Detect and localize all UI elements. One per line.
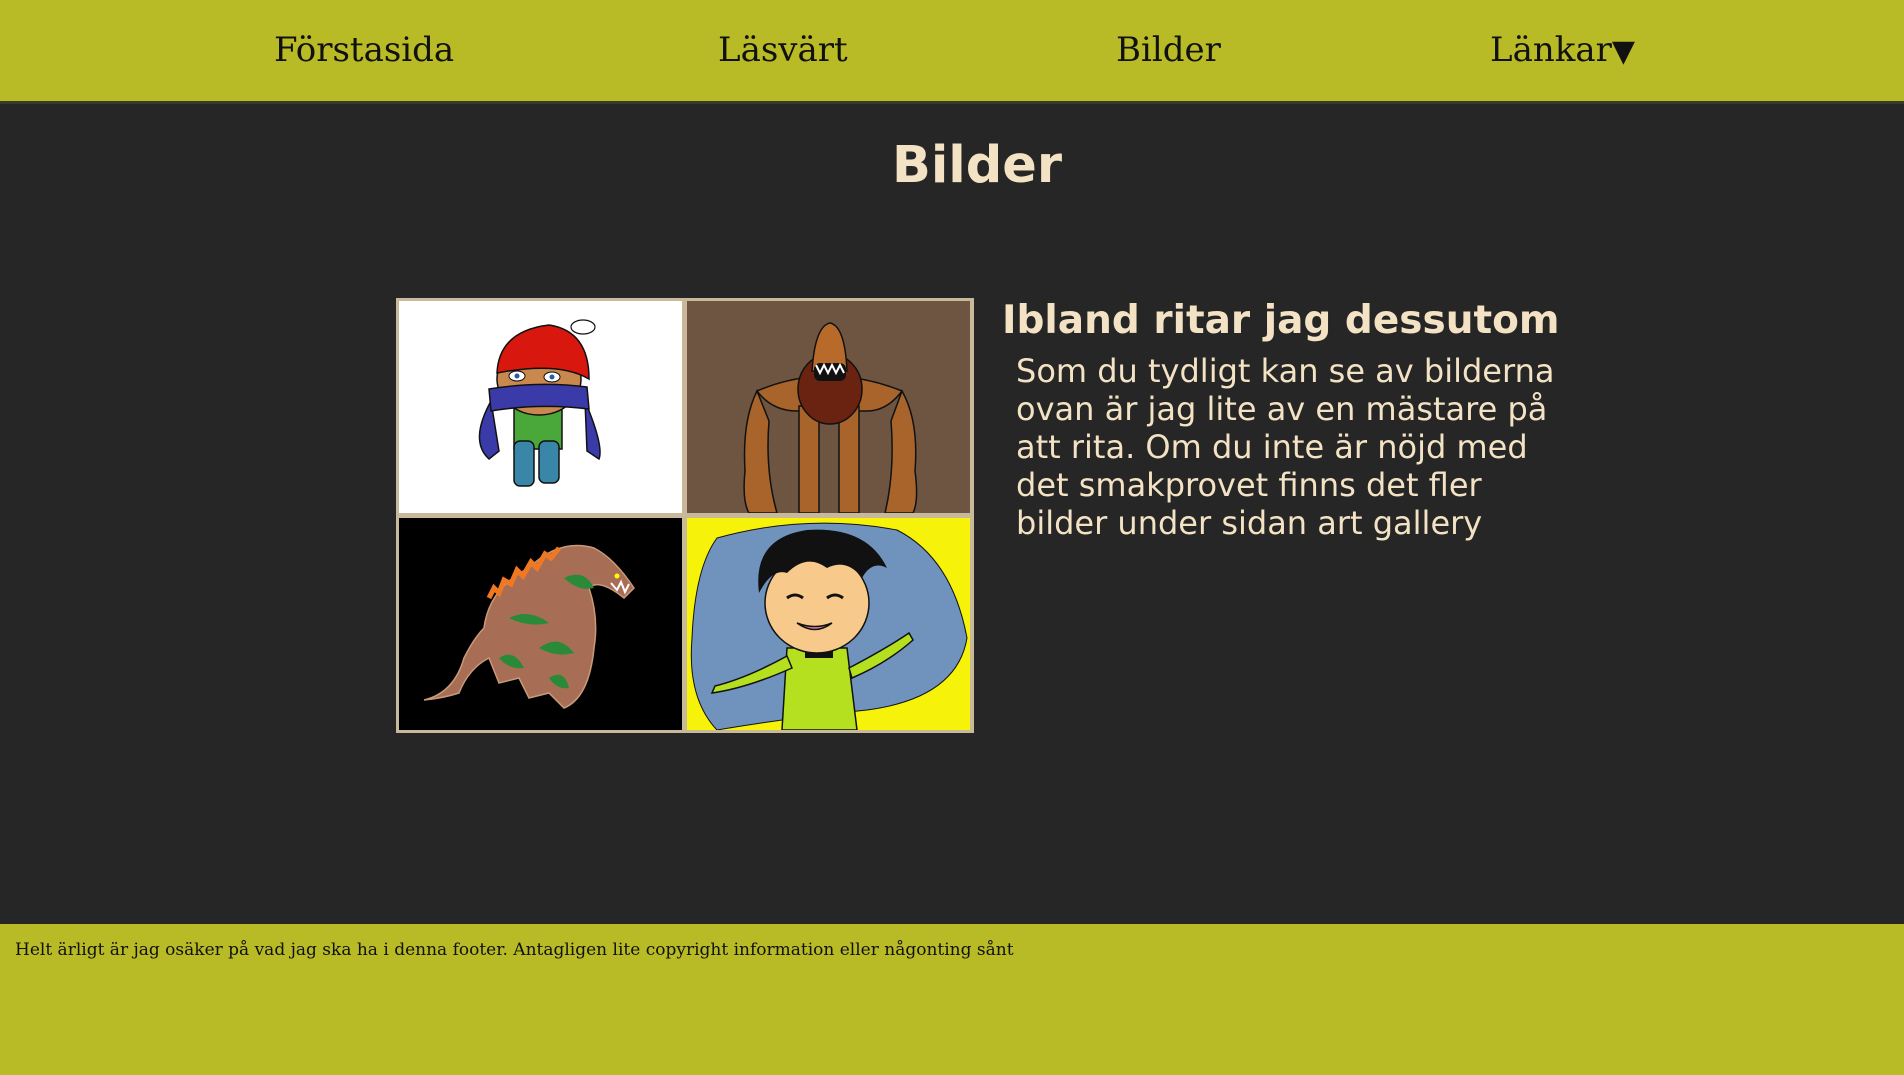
footer: Helt ärligt är jag osäker på vad jag ska…	[0, 924, 1904, 1075]
section-paragraph: Som du tydligt kan se av bilderna ovan ä…	[1016, 352, 1555, 542]
nav-link-lasvart[interactable]: Läsvärt	[718, 28, 848, 72]
footer-text: Helt ärligt är jag osäker på vad jag ska…	[15, 940, 1014, 960]
dropdown-arrow-icon: ▼	[1611, 34, 1635, 69]
nav-link-forstasida[interactable]: Förstasida	[274, 28, 454, 72]
top-navigation: Förstasida Läsvärt Bilder Länkar▼	[0, 0, 1904, 104]
nav-link-label: Förstasida	[274, 30, 455, 70]
intro-section: Ibland ritar jag dessutom Som du tydligt…	[1002, 296, 1562, 542]
nav-link-label: Läsvärt	[718, 30, 848, 70]
gallery-image-dinosaur[interactable]	[399, 518, 682, 730]
image-gallery	[396, 298, 974, 733]
page-title: Bilder	[891, 136, 1063, 195]
nav-link-bilder[interactable]: Bilder	[1116, 28, 1221, 72]
nav-link-label: Länkar	[1490, 30, 1612, 70]
nav-link-lankar-dropdown[interactable]: Länkar▼	[1490, 28, 1635, 74]
gallery-image-smiling-boy[interactable]	[687, 518, 970, 730]
nav-link-label: Bilder	[1116, 30, 1221, 70]
gallery-image-brown-monster[interactable]	[687, 301, 970, 513]
gallery-image-scarf-character[interactable]	[399, 301, 682, 513]
section-heading: Ibland ritar jag dessutom	[1002, 298, 1560, 343]
